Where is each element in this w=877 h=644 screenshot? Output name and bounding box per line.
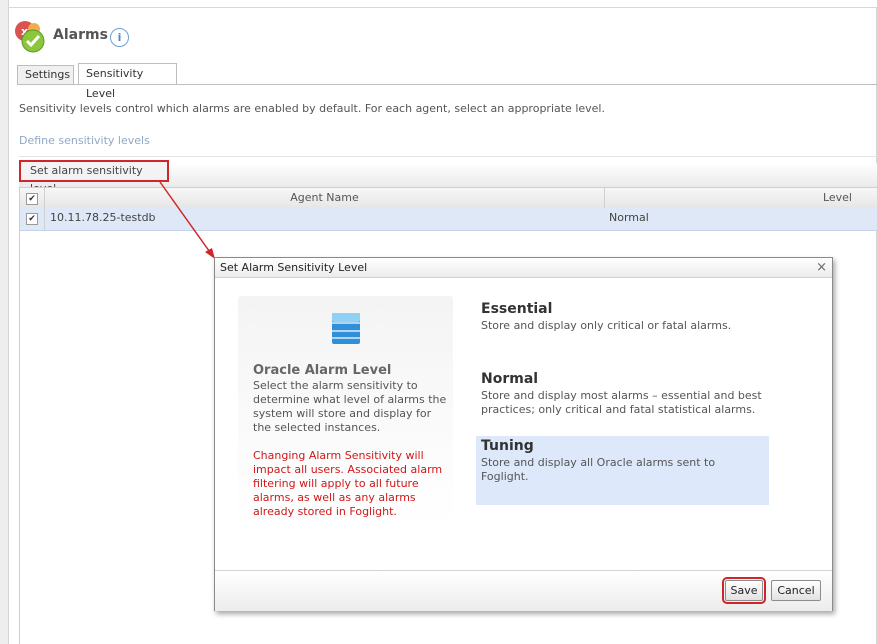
dialog-title: Set Alarm Sensitivity Level <box>215 258 832 278</box>
option-description: Store and display all Oracle alarms sent… <box>481 456 716 483</box>
save-button[interactable]: Save <box>722 577 766 604</box>
option-title: Essential <box>481 301 553 317</box>
info-panel: Oracle Alarm Level Select the alarm sens… <box>238 296 453 526</box>
option-essential[interactable]: Essential Store and display only critica… <box>476 299 769 359</box>
set-alarm-sensitivity-dialog: Set Alarm Sensitivity Level × Oracle Ala… <box>214 257 833 611</box>
close-icon[interactable]: × <box>816 259 827 277</box>
cancel-button[interactable]: Cancel <box>771 580 821 601</box>
info-warning: Changing Alarm Sensitivity will impact a… <box>253 449 443 518</box>
option-title: Tuning <box>481 438 534 454</box>
option-tuning[interactable]: Tuning Store and display all Oracle alar… <box>476 436 769 505</box>
database-icon <box>332 313 360 344</box>
option-title: Normal <box>481 371 539 387</box>
option-description: Store and display most alarms – essentia… <box>481 389 762 416</box>
info-title: Oracle Alarm Level <box>253 363 392 378</box>
dialog-footer: Save Cancel <box>215 570 832 611</box>
info-description: Select the alarm sensitivity to determin… <box>253 379 447 434</box>
option-normal[interactable]: Normal Store and display most alarms – e… <box>476 369 769 431</box>
option-description: Store and display only critical or fatal… <box>481 319 732 332</box>
